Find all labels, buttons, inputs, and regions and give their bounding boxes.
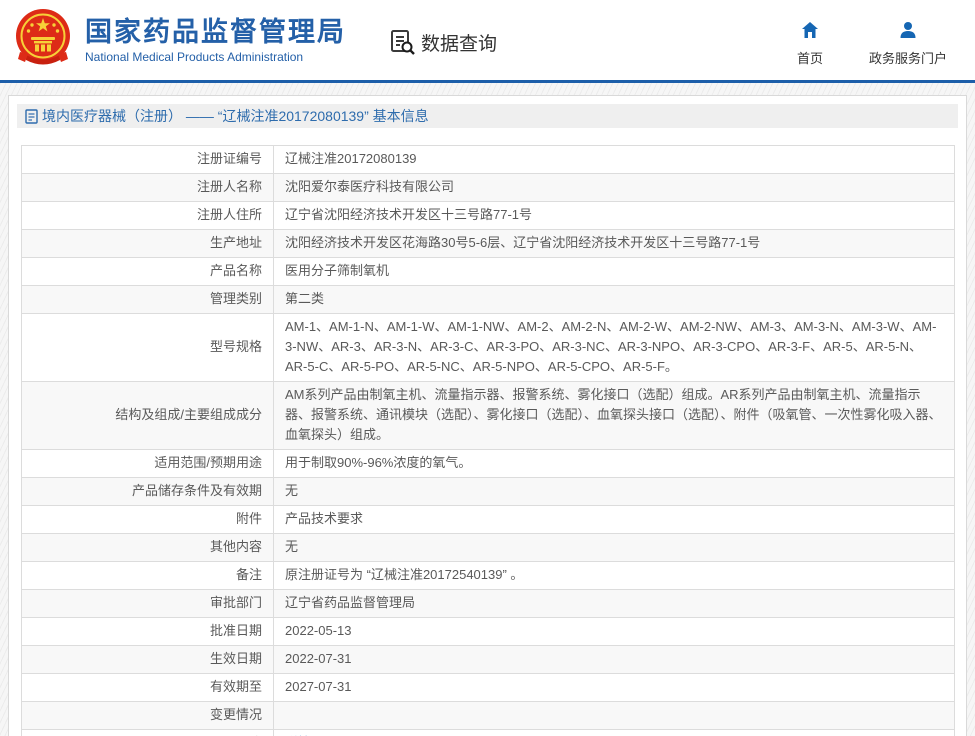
row-label: 附件 <box>22 506 274 533</box>
content-card: 境内医疗器械（注册） —— “辽械注准20172080139” 基本信息 注册证… <box>8 95 967 736</box>
info-table: 注册证编号辽械注准20172080139注册人名称沈阳爱尔泰医疗科技有限公司注册… <box>21 145 955 736</box>
row-value: 辽械注准20172080139 <box>274 146 954 173</box>
row-label: 管理类别 <box>22 286 274 313</box>
row-value: AM-1、AM-1-N、AM-1-W、AM-1-NW、AM-2、AM-2-N、A… <box>274 314 954 381</box>
national-emblem-logo <box>14 8 72 72</box>
row-value <box>274 702 954 729</box>
row-value: 医用分子筛制氧机 <box>274 258 954 285</box>
row-value: 产品技术要求 <box>274 506 954 533</box>
table-row: 管理类别第二类 <box>22 286 954 314</box>
row-label: 注册证编号 <box>22 146 274 173</box>
row-label: 生效日期 <box>22 646 274 673</box>
page-title-bar: 境内医疗器械（注册） —— “辽械注准20172080139” 基本信息 <box>17 104 958 128</box>
row-value: AM系列产品由制氧主机、流量指示器、报警系统、雾化接口（选配）组成。AR系列产品… <box>274 382 954 449</box>
row-label: 结构及组成/主要组成成分 <box>22 382 274 449</box>
document-icon <box>25 109 38 124</box>
header-nav: 首页 政务服务门户 <box>797 20 947 67</box>
row-value: 原注册证号为 “辽械注准20172540139” 。 <box>274 562 954 589</box>
table-row: 生产地址沈阳经济技术开发区花海路30号5-6层、辽宁省沈阳经济技术开发区十三号路… <box>22 230 954 258</box>
row-value: 2027-07-31 <box>274 674 954 701</box>
table-row: 适用范围/预期用途用于制取90%-96%浓度的氧气。 <box>22 450 954 478</box>
data-query-icon <box>388 28 416 56</box>
brand-text: 国家药品监督管理局 National Medical Products Admi… <box>85 17 346 64</box>
row-label: 适用范围/预期用途 <box>22 450 274 477</box>
row-value: 辽宁省药品监督管理局 <box>274 590 954 617</box>
row-label: 注 <box>22 730 274 736</box>
nav-gov-portal-label: 政务服务门户 <box>869 48 947 67</box>
row-value: 2022-07-31 <box>274 646 954 673</box>
data-query-label: 数据查询 <box>421 29 497 56</box>
row-label: 备注 <box>22 562 274 589</box>
row-label: 其他内容 <box>22 534 274 561</box>
row-value: 沈阳爱尔泰医疗科技有限公司 <box>274 174 954 201</box>
table-row: 型号规格AM-1、AM-1-N、AM-1-W、AM-1-NW、AM-2、AM-2… <box>22 314 954 382</box>
row-label: 产品名称 <box>22 258 274 285</box>
table-row: 附件产品技术要求 <box>22 506 954 534</box>
table-row: 变更情况 <box>22 702 954 730</box>
row-value: 辽宁省沈阳经济技术开发区十三号路77-1号 <box>274 202 954 229</box>
site-brand[interactable]: 国家药品监督管理局 National Medical Products Admi… <box>14 8 346 72</box>
page-title: 境内医疗器械（注册） —— “辽械注准20172080139” 基本信息 <box>42 106 429 126</box>
row-value: 无 <box>274 534 954 561</box>
table-row: 注册证编号辽械注准20172080139 <box>22 146 954 174</box>
table-row: 批准日期2022-05-13 <box>22 618 954 646</box>
brand-subtitle: National Medical Products Administration <box>85 50 346 64</box>
row-value: 沈阳经济技术开发区花海路30号5-6层、辽宁省沈阳经济技术开发区十三号路77-1… <box>274 230 954 257</box>
row-value: 2022-05-13 <box>274 618 954 645</box>
table-row: 备注原注册证号为 “辽械注准20172540139” 。 <box>22 562 954 590</box>
row-value: 无 <box>274 478 954 505</box>
table-row: 其他内容无 <box>22 534 954 562</box>
row-label: 有效期至 <box>22 674 274 701</box>
site-header: 国家药品监督管理局 National Medical Products Admi… <box>0 0 975 83</box>
table-row: 注详情 <box>22 730 954 736</box>
row-label: 变更情况 <box>22 702 274 729</box>
table-row: 产品储存条件及有效期无 <box>22 478 954 506</box>
row-value: 详情 <box>274 730 954 736</box>
home-icon <box>800 20 820 40</box>
row-label: 注册人住所 <box>22 202 274 229</box>
row-label: 批准日期 <box>22 618 274 645</box>
nav-home[interactable]: 首页 <box>797 20 823 67</box>
table-row: 审批部门辽宁省药品监督管理局 <box>22 590 954 618</box>
table-row: 生效日期2022-07-31 <box>22 646 954 674</box>
table-row: 结构及组成/主要组成成分AM系列产品由制氧主机、流量指示器、报警系统、雾化接口（… <box>22 382 954 450</box>
table-row: 注册人住所辽宁省沈阳经济技术开发区十三号路77-1号 <box>22 202 954 230</box>
row-label: 型号规格 <box>22 314 274 381</box>
table-row: 注册人名称沈阳爱尔泰医疗科技有限公司 <box>22 174 954 202</box>
user-icon <box>898 20 918 40</box>
table-row: 产品名称医用分子筛制氧机 <box>22 258 954 286</box>
row-label: 产品储存条件及有效期 <box>22 478 274 505</box>
data-query-section[interactable]: 数据查询 <box>388 28 497 56</box>
nav-home-label: 首页 <box>797 48 823 67</box>
row-value: 用于制取90%-96%浓度的氧气。 <box>274 450 954 477</box>
row-label: 审批部门 <box>22 590 274 617</box>
table-row: 有效期至2027-07-31 <box>22 674 954 702</box>
row-label: 注册人名称 <box>22 174 274 201</box>
row-value: 第二类 <box>274 286 954 313</box>
row-label: 生产地址 <box>22 230 274 257</box>
nav-gov-portal[interactable]: 政务服务门户 <box>869 20 947 67</box>
brand-title: 国家药品监督管理局 <box>85 17 346 47</box>
